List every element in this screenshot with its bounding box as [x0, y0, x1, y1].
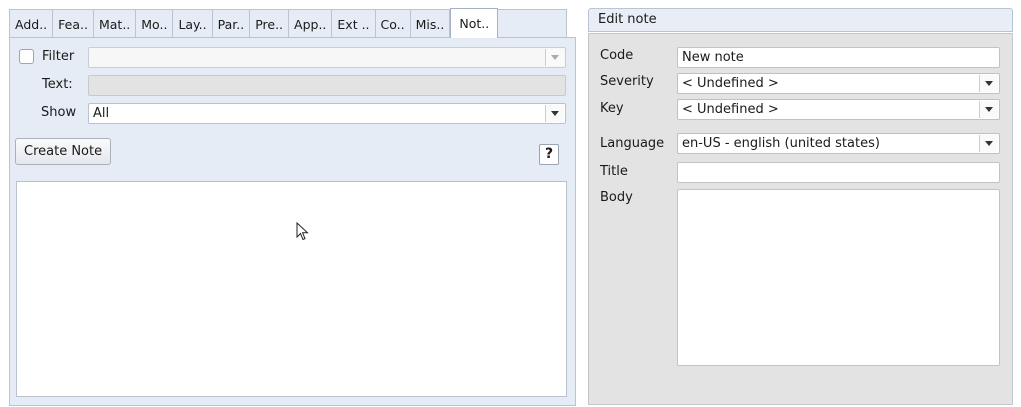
help-button[interactable]: ?	[539, 144, 559, 165]
tab-add[interactable]: Add..	[10, 10, 54, 38]
notes-panel: Filter Text: Show All Create Note ?	[9, 37, 576, 406]
show-dropdown[interactable]: All	[88, 103, 566, 124]
tab-presets[interactable]: Pre..	[250, 10, 290, 38]
chevron-down-icon[interactable]	[545, 49, 564, 66]
body-textarea[interactable]	[677, 189, 1000, 366]
text-field	[88, 75, 566, 96]
severity-dropdown[interactable]: < Undefined >	[677, 73, 1000, 94]
mouse-pointer-icon	[296, 222, 309, 241]
key-label: Key	[600, 101, 624, 116]
title-field[interactable]	[677, 162, 1000, 183]
language-dropdown[interactable]: en-US - english (united states)	[677, 133, 1000, 154]
text-label: Text:	[42, 77, 73, 92]
edit-note-panel: Code New note Severity < Undefined > Key…	[588, 33, 1013, 405]
severity-value: < Undefined >	[682, 76, 779, 91]
show-label: Show	[41, 105, 77, 120]
tab-extensions[interactable]: Ext ..	[332, 10, 376, 38]
show-value: All	[93, 106, 110, 121]
filter-label: Filter	[42, 49, 75, 64]
chevron-down-icon[interactable]	[545, 105, 564, 122]
key-value: < Undefined >	[682, 102, 779, 117]
tab-strip: Add.. Fea.. Mat.. Mo.. Lay.. Par.. Pre..…	[9, 8, 567, 38]
edit-note-header: Edit note	[588, 8, 1013, 32]
chevron-down-icon[interactable]	[979, 135, 998, 152]
tab-materials[interactable]: Mat..	[94, 10, 137, 38]
tab-modify[interactable]: Mo..	[136, 10, 174, 38]
tab-features[interactable]: Fea..	[53, 10, 94, 38]
title-label: Title	[600, 164, 628, 179]
filter-checkbox[interactable]	[19, 49, 34, 64]
language-label: Language	[600, 136, 665, 151]
tab-components[interactable]: Co..	[376, 10, 411, 38]
body-label: Body	[600, 190, 633, 205]
chevron-down-icon[interactable]	[979, 101, 998, 118]
create-note-button[interactable]: Create Note	[15, 138, 112, 165]
language-value: en-US - english (united states)	[682, 136, 880, 151]
severity-label: Severity	[600, 74, 654, 89]
code-field[interactable]: New note	[677, 47, 1000, 68]
tab-misc[interactable]: Mis..	[411, 10, 451, 38]
chevron-down-icon[interactable]	[979, 75, 998, 92]
tab-parameters[interactable]: Par..	[213, 10, 251, 38]
code-label: Code	[600, 48, 634, 63]
tab-layers[interactable]: Lay..	[173, 10, 213, 38]
tab-appearance[interactable]: App..	[289, 10, 333, 38]
notes-list[interactable]	[16, 181, 567, 397]
filter-dropdown[interactable]	[88, 47, 566, 68]
tab-notes[interactable]: Not..	[450, 8, 499, 38]
key-dropdown[interactable]: < Undefined >	[677, 99, 1000, 120]
